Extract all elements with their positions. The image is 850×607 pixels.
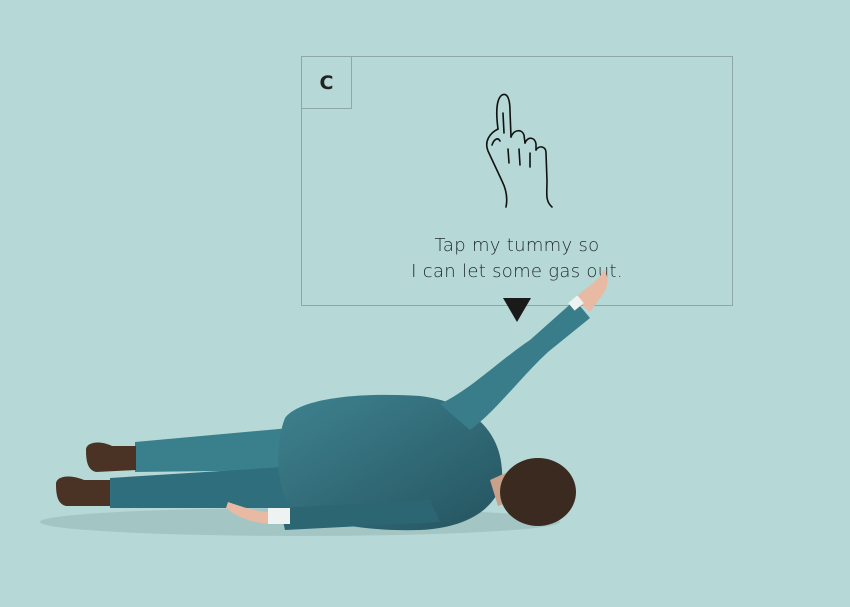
back-shoe <box>86 442 136 472</box>
raised-arm <box>440 300 590 430</box>
front-shoe <box>56 476 110 506</box>
game-scene: C Tap my tummy so I can let some gas out… <box>0 0 850 607</box>
back-leg <box>135 428 300 472</box>
lying-character[interactable] <box>0 0 850 607</box>
lower-cuff <box>268 508 290 524</box>
head-hair <box>500 458 576 526</box>
